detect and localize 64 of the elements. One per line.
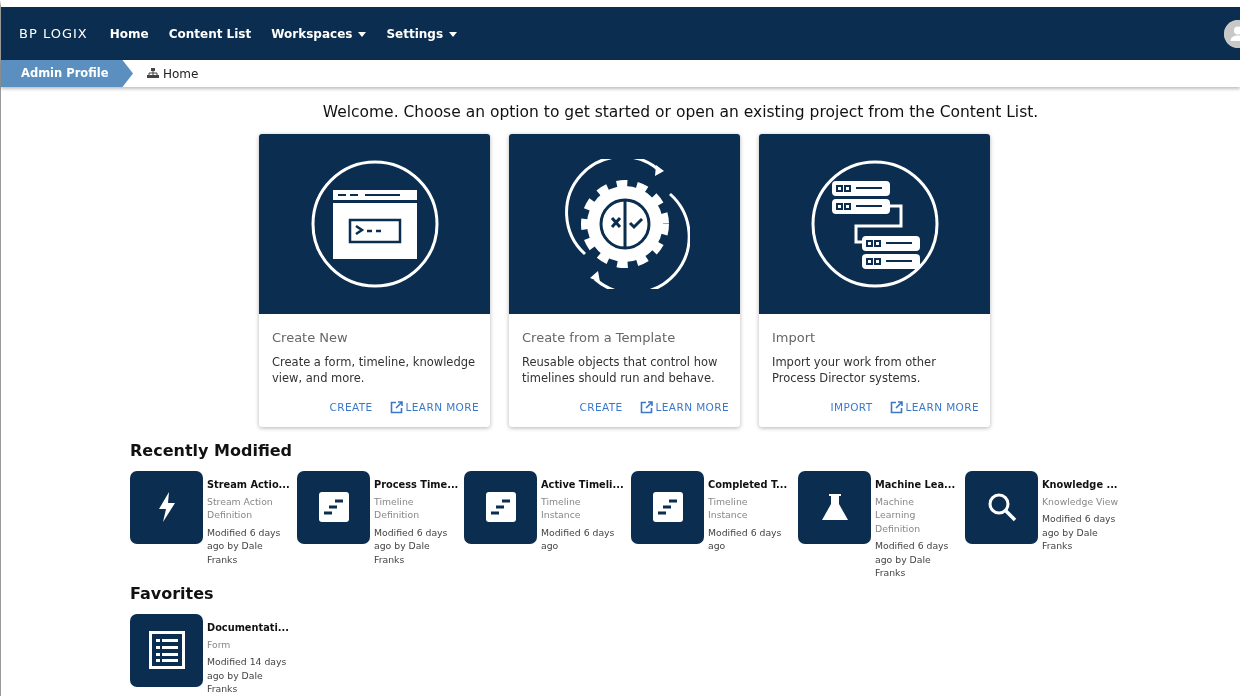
lightning-icon <box>158 492 175 523</box>
item-tile[interactable] <box>464 470 537 544</box>
logo[interactable]: BP LOGIX <box>19 23 88 44</box>
item-name[interactable]: Active Timeli... <box>541 478 624 492</box>
item-name[interactable]: Documentati... <box>207 621 289 635</box>
caret-icon <box>358 31 367 37</box>
item-name[interactable]: Process Time... <box>374 478 459 492</box>
item-type: Knowledge View <box>1042 494 1120 509</box>
timeline-icon <box>652 492 683 523</box>
timeline-icon <box>318 492 349 523</box>
action-link[interactable]: CREATE <box>329 399 373 416</box>
card-description: Import your work from other Process Director systems. <box>772 353 937 388</box>
modified-text: Modified 6 days ago by Dale Franks <box>207 525 282 567</box>
hierarchy-icon <box>147 68 159 79</box>
modified-text: Modified 14 days ago by Dale Franks <box>207 655 287 696</box>
item-tile[interactable] <box>798 470 871 544</box>
action-link[interactable]: IMPORT <box>830 399 873 416</box>
item-name[interactable]: Knowledge ... <box>1042 478 1118 492</box>
card-title: Create from a Template <box>522 329 677 348</box>
item-type: Timeline Instance <box>708 494 749 522</box>
external-link-icon <box>389 401 403 415</box>
search-icon <box>986 492 1017 523</box>
nav-link[interactable]: Home <box>109 24 149 43</box>
item-type: Machine Learning Definition <box>875 494 922 536</box>
external-link-icon <box>639 401 653 415</box>
section-heading: Recently Modified <box>130 440 294 460</box>
action-link[interactable]: CREATE <box>579 399 623 416</box>
item-tile[interactable] <box>130 470 203 544</box>
learn-more-link[interactable]: LEARN MORE <box>889 399 979 416</box>
item-tile[interactable] <box>631 470 704 544</box>
breadcrumb-item[interactable]: Home <box>163 64 199 83</box>
card-description: Reusable objects that control how timelines should run and behave. <box>522 353 719 388</box>
servers-illustration-icon <box>809 159 940 290</box>
nav-link[interactable]: Workspaces <box>271 24 367 43</box>
window-illustration-icon <box>309 159 440 290</box>
item-type: Form <box>207 637 232 652</box>
item-name[interactable]: Completed T... <box>708 478 788 492</box>
nav-link[interactable]: Settings <box>386 24 458 43</box>
card-title: Create New <box>272 329 349 348</box>
modified-text: Modified 6 days ago by Dale Franks <box>1042 512 1117 553</box>
learn-more-link[interactable]: LEARN MORE <box>639 399 729 416</box>
item-name[interactable]: Stream Actio... <box>207 478 290 492</box>
caret-icon <box>449 31 458 37</box>
external-link-icon <box>889 401 903 415</box>
modified-text: Modified 6 days ago by Dale Franks <box>374 525 449 567</box>
item-type: Timeline Definition <box>374 494 421 522</box>
card-description: Create a form, timeline, knowledge view, and more. <box>272 353 477 388</box>
modified-text: Modified 6 days ago by Dale Franks <box>875 539 950 580</box>
form-icon <box>148 631 185 670</box>
item-tile[interactable] <box>130 613 203 687</box>
card-title: Import <box>772 329 817 348</box>
modified-text: Modified 6 days ago <box>541 525 616 553</box>
item-tile[interactable] <box>297 470 370 544</box>
learn-more-link[interactable]: LEARN MORE <box>389 399 479 416</box>
modified-text: Modified 6 days ago <box>708 525 783 553</box>
timeline-icon <box>485 492 516 523</box>
nav-link[interactable]: Content List <box>168 24 252 43</box>
item-name[interactable]: Machine Lea... <box>875 478 956 492</box>
item-tile[interactable] <box>965 470 1038 544</box>
welcome-heading: Welcome. Choose an option to get started or open an existing project from the Content List. <box>321 102 1040 123</box>
section-heading: Favorites <box>130 583 215 603</box>
flask-icon <box>820 493 849 522</box>
item-type: Timeline Instance <box>541 494 582 522</box>
item-type: Stream Action Definition <box>207 494 274 522</box>
